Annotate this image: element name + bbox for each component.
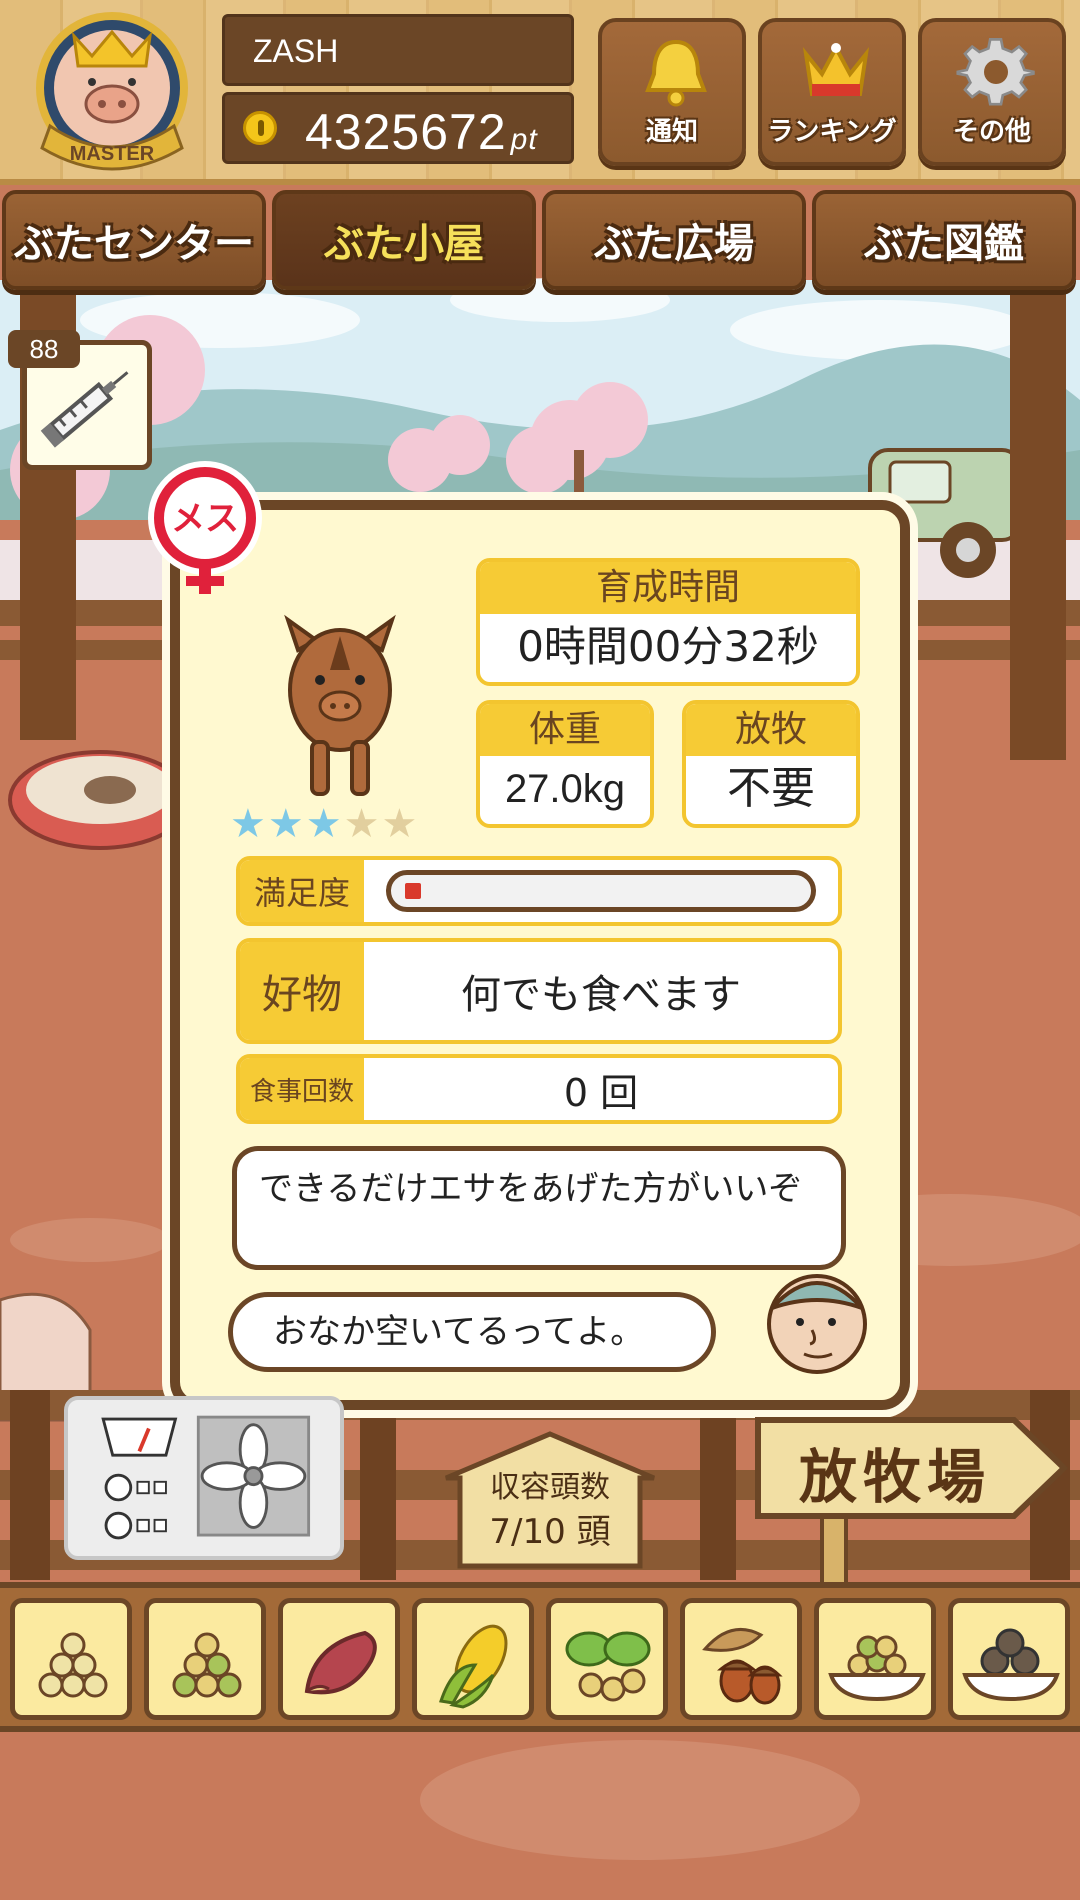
feed-slot-1[interactable] xyxy=(10,1598,132,1720)
weight-label: 体重 xyxy=(480,704,650,756)
rarity-stars: ★ ★ ★ ★ ★ xyxy=(230,802,417,846)
star-icon: ★ xyxy=(305,801,342,847)
raising-time-label: 育成時間 xyxy=(480,562,856,614)
sweet-potato-icon xyxy=(304,1630,377,1695)
female-gender-icon: メス xyxy=(148,461,262,594)
status-speech-bubble: おなか空いてるってよ。 xyxy=(228,1292,716,1372)
weight-value: 27.0kg xyxy=(504,767,626,811)
feed-slot-7[interactable] xyxy=(814,1598,936,1720)
acorn-icon xyxy=(702,1627,783,1705)
feed-slot-5[interactable] xyxy=(546,1598,668,1720)
settings-label: その他 xyxy=(952,117,1031,147)
raising-time-box: 育成時間 0時間00分32秒 xyxy=(476,558,860,686)
feed-slot-2[interactable] xyxy=(144,1598,266,1720)
ranking-button[interactable]: ランキング xyxy=(758,18,906,166)
satisfaction-row: 満足度 xyxy=(236,856,842,926)
points-value: 4325672 pt xyxy=(305,103,538,161)
farmer-face-icon xyxy=(767,1274,867,1374)
feed-mixed-grain-icon xyxy=(172,1632,242,1698)
grazing-label: 放牧 xyxy=(686,704,856,756)
feed-slot-3[interactable] xyxy=(278,1598,400,1720)
coin-icon xyxy=(243,111,277,145)
satisfaction-meter xyxy=(364,860,838,922)
corn-icon xyxy=(439,1624,508,1709)
feed-item-bar xyxy=(0,1582,1080,1732)
notification-label: 通知 xyxy=(645,117,698,147)
syringe-count-badge: 88 xyxy=(8,330,80,368)
bell-icon xyxy=(645,39,707,107)
points-number: 4325672 xyxy=(305,104,507,160)
star-icon: ★ xyxy=(343,801,380,847)
notification-button[interactable]: 通知 xyxy=(598,18,746,166)
badge-label: MASTER xyxy=(70,143,155,165)
feed-slot-4[interactable] xyxy=(412,1598,534,1720)
tab-pig-hut[interactable]: ぶた小屋 xyxy=(272,190,536,290)
feed-grain-icon xyxy=(38,1632,108,1698)
points-plate: 4325672 pt xyxy=(222,92,574,164)
capacity-label: 収容頭数 xyxy=(490,1470,610,1505)
wild-pig-figure[interactable] xyxy=(270,610,410,810)
settings-button[interactable]: その他 xyxy=(918,18,1066,166)
barn-control-panel[interactable] xyxy=(64,1396,344,1560)
feed-bowl-icon xyxy=(828,1635,926,1702)
header-bar: MASTER ZASH 4325672 pt 通知 ランキング その他 xyxy=(0,0,1080,185)
feed-slot-6[interactable] xyxy=(680,1598,802,1720)
pasture-sign-label: 放牧場 xyxy=(798,1443,991,1511)
weight-box: 体重 27.0kg xyxy=(476,700,654,828)
grazing-box: 放牧 不要 xyxy=(682,700,860,828)
feed-slot-8[interactable] xyxy=(948,1598,1070,1720)
premium-feed-bowl-icon xyxy=(962,1628,1060,1702)
tab-bar: ぶたセンター ぶた小屋 ぶた広場 ぶた図鑑 xyxy=(0,190,1080,290)
gender-label: メス xyxy=(171,499,239,539)
crown-icon xyxy=(802,43,870,96)
favorite-food-value: 何でも食べます xyxy=(461,972,741,1018)
grazing-value: 不要 xyxy=(727,763,815,814)
tab-pig-encyclopedia[interactable]: ぶた図鑑 xyxy=(812,190,1076,290)
satisfaction-bar xyxy=(386,870,816,912)
favorite-food-label: 好物 xyxy=(240,942,364,1040)
player-name: ZASH xyxy=(253,33,339,69)
satisfaction-label: 満足度 xyxy=(240,860,364,922)
master-rank-badge[interactable]: MASTER xyxy=(22,8,202,178)
star-icon: ★ xyxy=(267,801,304,847)
points-unit: pt xyxy=(510,123,538,156)
ranking-label: ランキング xyxy=(767,117,897,147)
gear-icon xyxy=(956,38,1035,106)
favorite-food-row: 好物 何でも食べます xyxy=(236,938,842,1044)
star-icon: ★ xyxy=(381,801,418,847)
leafy-greens-icon xyxy=(565,1631,651,1702)
meal-count-value: 0 回 xyxy=(563,1070,639,1115)
tab-pig-center[interactable]: ぶたセンター xyxy=(2,190,266,290)
meal-count-row: 食事回数 0 回 xyxy=(236,1054,842,1124)
capacity-value: 7/10 頭 xyxy=(489,1512,611,1552)
player-name-plate: ZASH xyxy=(222,14,574,86)
meal-count-label: 食事回数 xyxy=(240,1058,364,1120)
tab-pig-plaza[interactable]: ぶた広場 xyxy=(542,190,806,290)
star-icon: ★ xyxy=(230,801,266,847)
satisfaction-fill xyxy=(405,883,421,899)
raising-time-value: 0時間00分32秒 xyxy=(517,622,819,671)
